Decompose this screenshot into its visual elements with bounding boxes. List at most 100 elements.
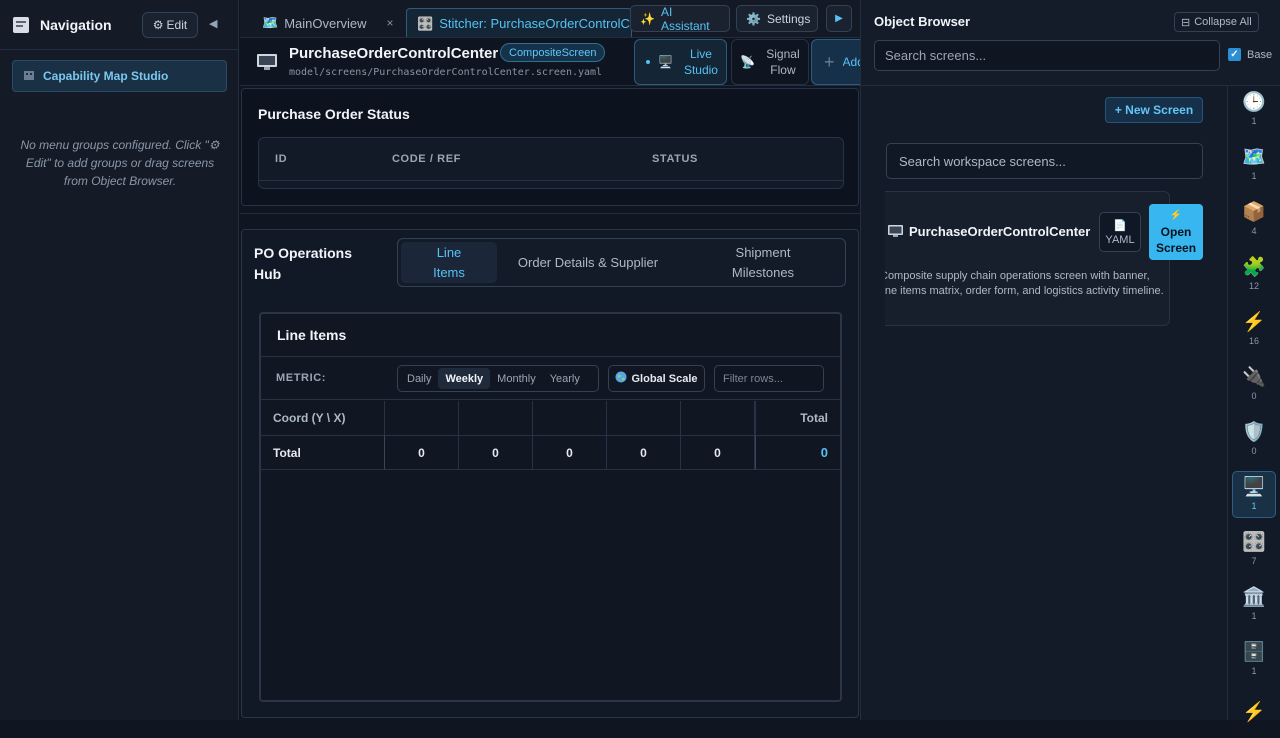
- edit-label: Edit: [166, 18, 188, 32]
- rail-category-building[interactable]: 🏛️ 1: [1232, 581, 1276, 628]
- nav-item-capability-map-studio[interactable]: Capability Map Studio: [12, 60, 227, 92]
- rail-category-clock[interactable]: 🕒 1: [1232, 86, 1276, 133]
- global-scale-button[interactable]: Global Scale: [608, 365, 705, 392]
- matrix-column-header: [533, 401, 607, 435]
- column-header-code-ref: CODE / REF: [392, 153, 461, 165]
- checkbox-checked-icon[interactable]: ✓: [1228, 48, 1241, 61]
- filter-rows-input[interactable]: [714, 365, 824, 392]
- rail-count: 0: [1251, 446, 1257, 456]
- screen-file-path: model/screens/PurchaseOrderControlCenter…: [289, 67, 603, 78]
- navigation-panel: Navigation ⚙ Edit ◀ Capability Map Studi…: [0, 0, 239, 720]
- tab-label: MainOverview: [284, 15, 367, 31]
- open-screen-button[interactable]: ⚡ Open Screen: [1149, 204, 1203, 260]
- rail-category-control-knobs[interactable]: 🎛️ 7: [1232, 526, 1276, 573]
- panel-title: Line Items: [277, 327, 347, 343]
- purchase-order-status-card: Purchase Order Status ID CODE / REF STAT…: [241, 88, 859, 206]
- monitor-icon: 🖥️: [658, 55, 673, 69]
- editor-tab-bar: 🗺️ MainOverview × 🎛️ Stitcher: PurchaseO…: [240, 0, 860, 38]
- period-daily[interactable]: Daily: [400, 368, 438, 389]
- matrix-row-label: Total: [261, 435, 385, 470]
- settings-button[interactable]: ⚙️ Settings: [736, 5, 818, 32]
- screen-card-description: Composite supply chain operations screen…: [885, 270, 1164, 297]
- object-browser-title: Object Browser: [874, 14, 971, 29]
- package-icon: 📦: [1242, 202, 1266, 223]
- rail-count: 7: [1251, 556, 1257, 566]
- rail-category-lightning[interactable]: ⚡: [1232, 691, 1276, 738]
- matrix-total-header: Total: [755, 401, 840, 435]
- signal-flow-label: Signal Flow: [766, 47, 800, 77]
- matrix-column-header: [607, 401, 681, 435]
- metric-toolbar: METRIC: Daily Weekly Monthly Yearly Glob…: [261, 356, 840, 400]
- rail-count: 4: [1251, 226, 1257, 236]
- collapse-all-label: Collapse All: [1194, 16, 1252, 28]
- building-icon: 🏛️: [1242, 587, 1266, 608]
- header-actions: 🖥️ Live Studio 📡 Signal Flow + Add Draft: [633, 38, 860, 85]
- base-toggle[interactable]: ✓ Base: [1228, 48, 1272, 61]
- period-monthly[interactable]: Monthly: [490, 368, 543, 389]
- rail-category-lightning[interactable]: ⚡ 16: [1232, 306, 1276, 353]
- hub-title: PO Operations Hub: [254, 245, 353, 282]
- matrix-cell: 0: [533, 435, 607, 470]
- plug-icon: 🔌: [1242, 367, 1266, 388]
- rail-category-shield[interactable]: 🛡️ 0: [1232, 416, 1276, 463]
- gear-icon: ⚙: [152, 18, 164, 32]
- add-draft-label: Add Draft: [842, 55, 860, 69]
- screen-header: PurchaseOrderControlCenter CompositeScre…: [240, 38, 860, 86]
- tab-stitcher[interactable]: 🎛️ Stitcher: PurchaseOrderControlCenter: [406, 8, 632, 37]
- collapse-navigation-icon[interactable]: ◀: [209, 17, 217, 30]
- rail-category-map[interactable]: 🗺️ 1: [1232, 141, 1276, 188]
- shield-icon: 🛡️: [1242, 422, 1266, 443]
- rail-category-monitor[interactable]: 🖥️ 1: [1232, 471, 1276, 518]
- navigation-title: Navigation: [40, 16, 112, 33]
- matrix-cell: 0: [385, 435, 459, 470]
- screen-name: PurchaseOrderControlCenter: [289, 45, 499, 62]
- close-tab-icon[interactable]: ×: [387, 16, 394, 30]
- matrix-column-header: [681, 401, 755, 435]
- satellite-icon: 📡: [740, 55, 755, 69]
- rail-category-package[interactable]: 📦 4: [1232, 196, 1276, 243]
- period-yearly[interactable]: Yearly: [543, 368, 587, 389]
- matrix-grand-total: 0: [755, 435, 840, 470]
- po-operations-hub: PO Operations Hub Line Items Order Detai…: [241, 229, 859, 718]
- new-screen-button[interactable]: + New Screen: [1105, 97, 1203, 123]
- yaml-label: YAML: [1105, 233, 1135, 246]
- rail-category-puzzle[interactable]: 🧩 12: [1232, 251, 1276, 298]
- add-draft-button[interactable]: + Add Draft: [811, 39, 860, 85]
- period-weekly[interactable]: Weekly: [438, 368, 491, 389]
- column-header-id: ID: [275, 153, 288, 165]
- tab-main-overview[interactable]: 🗺️ MainOverview ×: [252, 8, 404, 37]
- matrix-cell: 0: [607, 435, 681, 470]
- collapse-icon: ⊟: [1181, 16, 1191, 29]
- open-screen-label: Open Screen: [1156, 225, 1197, 255]
- metric-label: METRIC:: [276, 372, 327, 384]
- globe-icon: [615, 371, 627, 386]
- signal-flow-button[interactable]: 📡 Signal Flow: [731, 39, 809, 85]
- live-studio-button[interactable]: 🖥️ Live Studio: [634, 39, 727, 85]
- view-yaml-button[interactable]: 📄 YAML: [1099, 212, 1141, 252]
- monitor-icon: [887, 224, 904, 244]
- nav-item-label: Capability Map Studio: [43, 69, 169, 83]
- rail-count: 1: [1251, 611, 1257, 621]
- edit-navigation-button[interactable]: ⚙ Edit: [142, 12, 198, 38]
- control-knobs-icon: 🎛️: [417, 15, 434, 31]
- tab-line-items[interactable]: Line Items: [401, 242, 497, 283]
- lightning-icon: ⚡: [1242, 312, 1266, 333]
- gear-icon: ⚙️: [746, 11, 761, 26]
- ai-assistant-button[interactable]: ✨ AI Assistant: [630, 5, 730, 33]
- tab-order-details-supplier[interactable]: Order Details & Supplier: [513, 242, 663, 283]
- rail-count: 1: [1251, 171, 1257, 181]
- rail-category-cabinet[interactable]: 🗄️ 1: [1232, 636, 1276, 683]
- lightning-icon: ⚡: [1169, 210, 1183, 221]
- table-divider: [259, 180, 843, 181]
- rail-count: 16: [1248, 336, 1259, 346]
- collapse-all-button[interactable]: ⊟ Collapse All: [1174, 12, 1259, 32]
- empty-menu-message: No menu groups configured. Click "⚙ Edit…: [20, 138, 220, 188]
- search-screens-input[interactable]: [874, 40, 1220, 71]
- search-workspace-screens-input[interactable]: [886, 143, 1203, 179]
- tab-shipment-milestones[interactable]: Shipment Milestones: [698, 242, 828, 283]
- line-items-matrix: Coord (Y \ X) Total Total 0 0 0 0 0 0: [261, 401, 840, 471]
- run-button[interactable]: ▶: [826, 5, 852, 32]
- rail-category-plug[interactable]: 🔌 0: [1232, 361, 1276, 408]
- map-icon: 🗺️: [262, 15, 279, 30]
- rail-count: 1: [1251, 501, 1257, 511]
